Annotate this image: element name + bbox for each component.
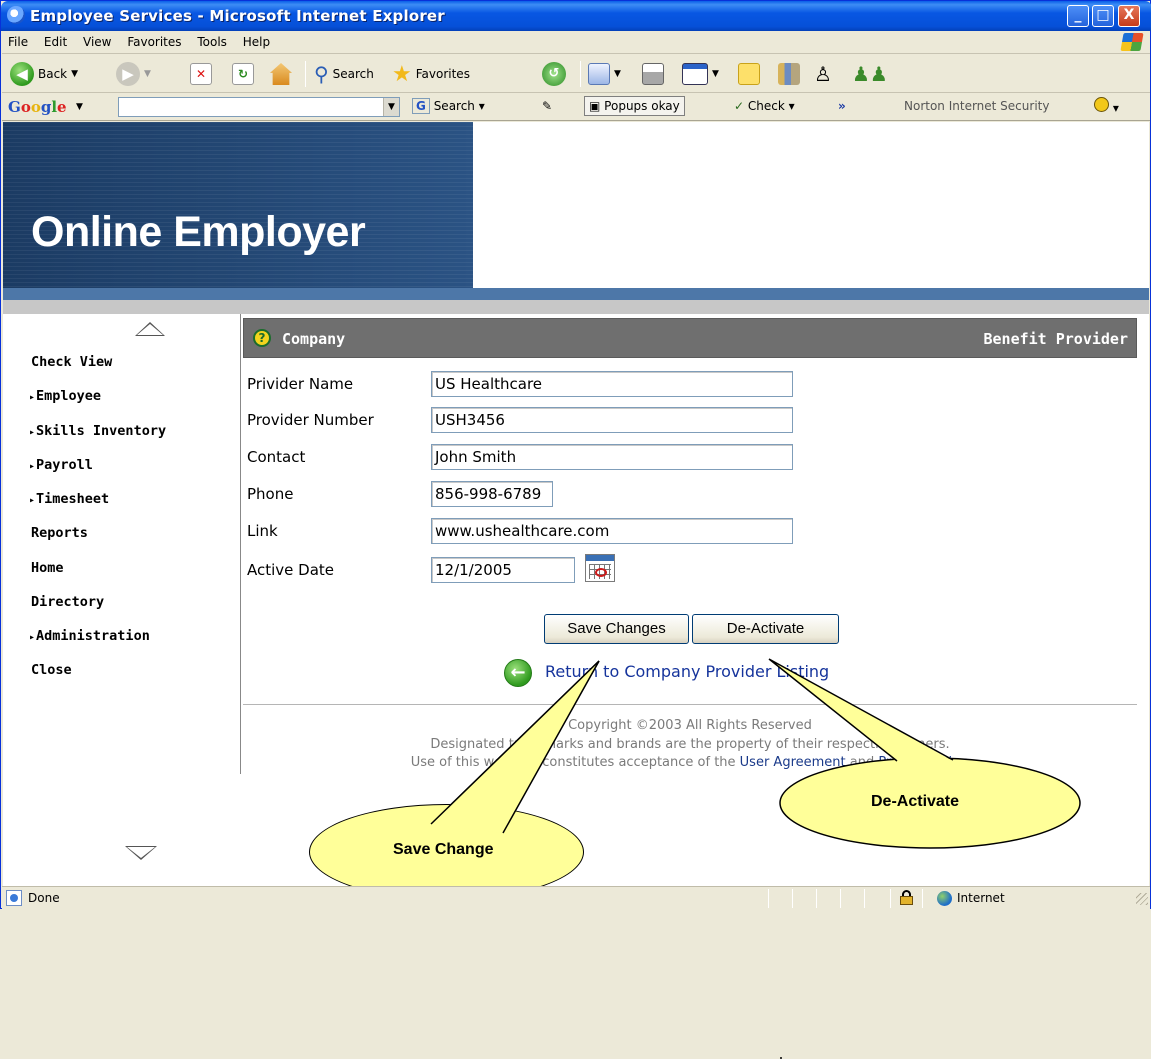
deactivate-callout-pointer-outline bbox=[768, 658, 954, 762]
status-text: Done bbox=[28, 891, 60, 905]
resize-grip-icon[interactable] bbox=[1136, 893, 1148, 905]
deactivate-callout-layer bbox=[768, 658, 1081, 849]
browser-window: Employee Services - Microsoft Internet E… bbox=[0, 0, 1151, 1059]
status-bar: Done Internet bbox=[2, 886, 1150, 909]
globe-icon bbox=[937, 891, 952, 906]
deactivate-callout-text: De-Activate bbox=[871, 793, 960, 810]
page-icon bbox=[6, 890, 22, 906]
security-zone: Internet bbox=[957, 891, 1005, 905]
lock-icon bbox=[900, 890, 913, 905]
save-callout-text: Save Change bbox=[393, 841, 494, 858]
